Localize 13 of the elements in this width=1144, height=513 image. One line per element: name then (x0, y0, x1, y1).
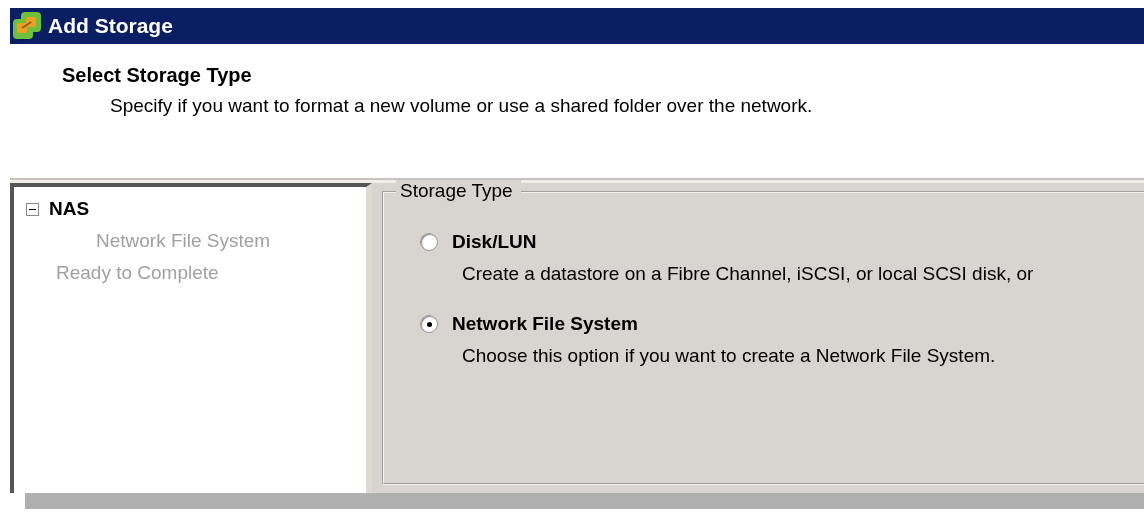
option-label[interactable]: Disk/LUN (452, 231, 537, 253)
option-description: Create a datastore on a Fibre Channel, iSCSI, or local SCSI disk, or (462, 263, 1035, 285)
page-title: Select Storage Type (62, 64, 253, 87)
radio-button[interactable] (420, 233, 438, 251)
option-label[interactable]: Network File System (452, 313, 638, 335)
window-title: Add Storage (48, 14, 173, 38)
wizard-step[interactable]: NAS (49, 198, 90, 220)
option-description: Choose this option if you want to create a Network File System. (462, 345, 997, 367)
collapse-toggle-icon[interactable] (26, 202, 39, 216)
group-title: Storage Type (396, 180, 521, 202)
app-logo-icon (12, 11, 42, 41)
radio-button[interactable] (420, 315, 438, 333)
page-description: Specify if you want to format a new volume or use a shared folder over the network. (110, 95, 814, 117)
